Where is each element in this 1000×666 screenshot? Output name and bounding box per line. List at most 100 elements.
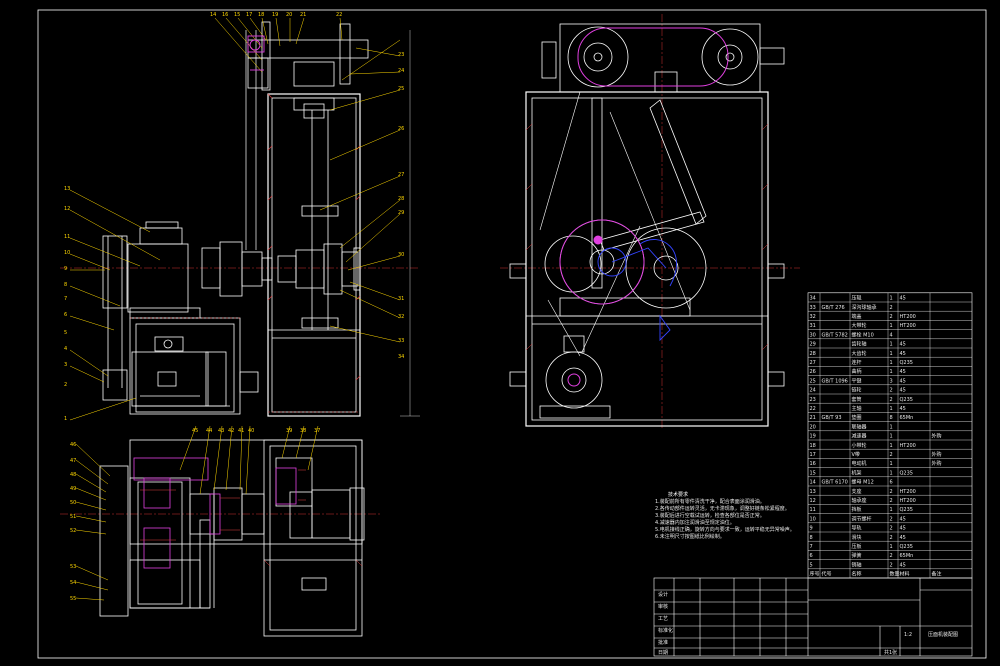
bom-cell: 支座: [852, 488, 862, 495]
front-leaders: [69, 17, 401, 421]
bom-cell: GB/T 1096: [822, 378, 848, 384]
bom-cell: HT200: [900, 314, 916, 320]
bom-cell: HT200: [900, 489, 916, 495]
svg-text:审核: 审核: [658, 603, 668, 610]
bom-cell: 机架: [852, 469, 862, 476]
bom-cell: 4: [890, 332, 893, 338]
bom-cell: Q235: [900, 507, 913, 513]
bom-cell: 1: [890, 342, 893, 348]
bom-cell: 1: [890, 351, 893, 357]
bom-cell: 20: [810, 424, 816, 430]
bom-cell: 连杆: [852, 359, 862, 366]
bom-cell: 14: [810, 480, 816, 486]
svg-text:55: 55: [70, 596, 76, 602]
bom-cell: Q235: [900, 397, 913, 403]
bom-cell: 链轮: [852, 387, 862, 394]
bom-cell: 28: [810, 351, 816, 357]
bom-cell: 1: [890, 434, 893, 440]
bom-cell: 外购: [932, 460, 942, 467]
bom-cell: 8: [890, 415, 893, 421]
bom-cell: 1: [890, 360, 893, 366]
svg-text:19: 19: [272, 12, 278, 18]
svg-text:54: 54: [70, 580, 76, 586]
bom-cell: 33: [810, 305, 816, 311]
bom-cell: 2: [890, 388, 893, 394]
svg-text:25: 25: [398, 86, 404, 92]
bom-cell: 1: [890, 461, 893, 467]
assembly-drawing: 14 16 15 17 18 19 20 21 22 23 24 25 26 2…: [37, 9, 987, 659]
svg-text:8: 8: [64, 282, 67, 288]
svg-text:9: 9: [64, 266, 67, 272]
bom-cell: Q235: [900, 544, 913, 550]
svg-text:3.装配后进行空载试运转，检查各部位是否正常。: 3.装配后进行空载试运转，检查各部位是否正常。: [655, 512, 765, 519]
bom-cell: 2: [890, 526, 893, 532]
svg-text:日期: 日期: [658, 650, 668, 656]
bom-cell: 2: [890, 535, 893, 541]
svg-text:批准: 批准: [658, 639, 668, 646]
bom-cell: 30: [810, 332, 816, 338]
bom-cell: 45: [900, 369, 906, 375]
front-view-hatch: [130, 93, 361, 413]
bom-cell: 15: [810, 470, 816, 476]
bom-cell: 滑块: [852, 534, 862, 541]
svg-text:23: 23: [398, 52, 404, 58]
svg-text:21: 21: [300, 12, 306, 18]
bom-cell: 2: [890, 452, 893, 458]
bom-cell: 5: [810, 562, 813, 568]
plan-view: [60, 439, 380, 637]
svg-text:51: 51: [70, 514, 76, 520]
svg-text:14: 14: [210, 12, 216, 18]
bom-header-cell: 代号: [822, 571, 832, 578]
bom-cell: 12: [810, 498, 816, 504]
bom-cell: HT200: [900, 443, 916, 449]
bom-cell: 45: [900, 535, 906, 541]
svg-text:11: 11: [64, 234, 70, 240]
bom-cell: 7: [810, 544, 813, 550]
technical-notes: 技术要求 1.装配前所有零件清洗干净，配合表面涂润滑油。 2.各传动部件运转灵活…: [655, 491, 795, 540]
bom-cell: 端盖: [852, 313, 862, 320]
bom-cell: 11: [810, 507, 816, 513]
bom-cell: GB/T 276: [822, 305, 845, 311]
bom-cell: 8: [810, 535, 813, 541]
bom-cell: 销轴: [852, 561, 862, 568]
bom-cell: 套筒: [852, 396, 862, 403]
bom-cell: 1: [890, 544, 893, 550]
bom-cell: 主轴: [852, 405, 862, 412]
bom-cell: 1: [890, 424, 893, 430]
bom-cell: 31: [810, 323, 816, 329]
bom-cell: GB/T 5782: [822, 332, 848, 338]
svg-text:12: 12: [64, 206, 70, 212]
bom-cell: GB/T 93: [822, 415, 842, 421]
bom-cell: 34: [810, 296, 816, 302]
svg-text:13: 13: [64, 186, 70, 192]
svg-text:47: 47: [70, 458, 76, 464]
bom-cell: Q235: [900, 470, 913, 476]
bom-cell: 45: [900, 296, 906, 302]
svg-text:15: 15: [234, 12, 240, 18]
bom-cell: 2: [890, 562, 893, 568]
bom-cell: 减速器: [852, 433, 867, 440]
svg-text:30: 30: [398, 252, 404, 258]
svg-text:49: 49: [70, 486, 76, 492]
bom-cell: GB/T 6170: [822, 480, 848, 486]
bom-cell: 1: [890, 443, 893, 449]
bom-cell: 2: [890, 314, 893, 320]
bom-cell: 29: [810, 342, 816, 348]
svg-text:1:2: 1:2: [904, 632, 912, 638]
bom-cell: 压辊: [852, 295, 862, 302]
bom-cell: 电动机: [852, 460, 867, 467]
svg-text:50: 50: [70, 500, 76, 506]
bom-cell: 挡板: [852, 506, 862, 513]
title-block: [653, 577, 973, 657]
bom-cell: 13: [810, 489, 816, 495]
bom-cell: 曲柄: [852, 368, 862, 375]
bom-cell: 23: [810, 397, 816, 403]
bom-cell: 45: [900, 351, 906, 357]
side-view: [500, 14, 800, 430]
svg-text:27: 27: [398, 172, 404, 178]
svg-text:5.电机接线正确，旋转方向与要求一致，运转平稳无异常噪声。: 5.电机接线正确，旋转方向与要求一致，运转平稳无异常噪声。: [655, 526, 795, 533]
bom-header-cell: 材料: [900, 571, 910, 578]
bom-cell: V带: [852, 452, 860, 458]
svg-text:53: 53: [70, 564, 76, 570]
bom-cell: 45: [900, 562, 906, 568]
